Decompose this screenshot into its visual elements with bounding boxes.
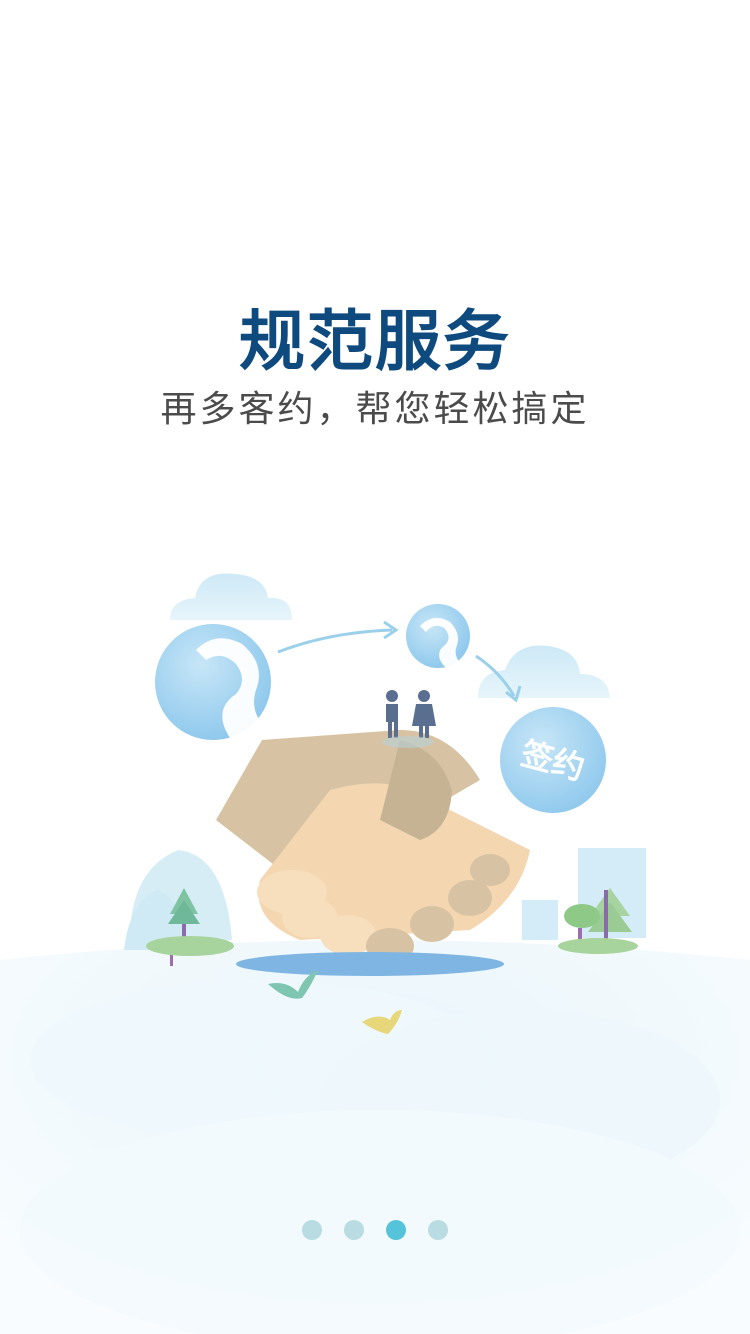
tree-icon xyxy=(124,850,234,966)
page-dot[interactable] xyxy=(302,1220,322,1240)
person-silhouette-icon xyxy=(155,624,271,740)
page-title: 规范服务 xyxy=(239,303,511,380)
handshake-icon xyxy=(216,730,530,964)
page-dot[interactable] xyxy=(344,1220,364,1240)
page-indicator[interactable] xyxy=(0,1220,750,1244)
person-silhouette-icon xyxy=(406,604,470,668)
page-dot[interactable] xyxy=(428,1220,448,1240)
tree-icon xyxy=(522,848,646,954)
page-dot-active[interactable] xyxy=(386,1220,406,1240)
sign-badge: 签约 xyxy=(494,701,612,819)
water-puddle xyxy=(236,952,504,976)
cloud-icon xyxy=(170,573,292,620)
arrow-icon xyxy=(277,628,393,654)
cloud-icon xyxy=(478,645,610,698)
page-subtitle: 再多客约，帮您轻松搞定 xyxy=(160,389,590,430)
handshake-illustration: 签约 xyxy=(0,540,750,1334)
couple-icon xyxy=(382,690,436,748)
